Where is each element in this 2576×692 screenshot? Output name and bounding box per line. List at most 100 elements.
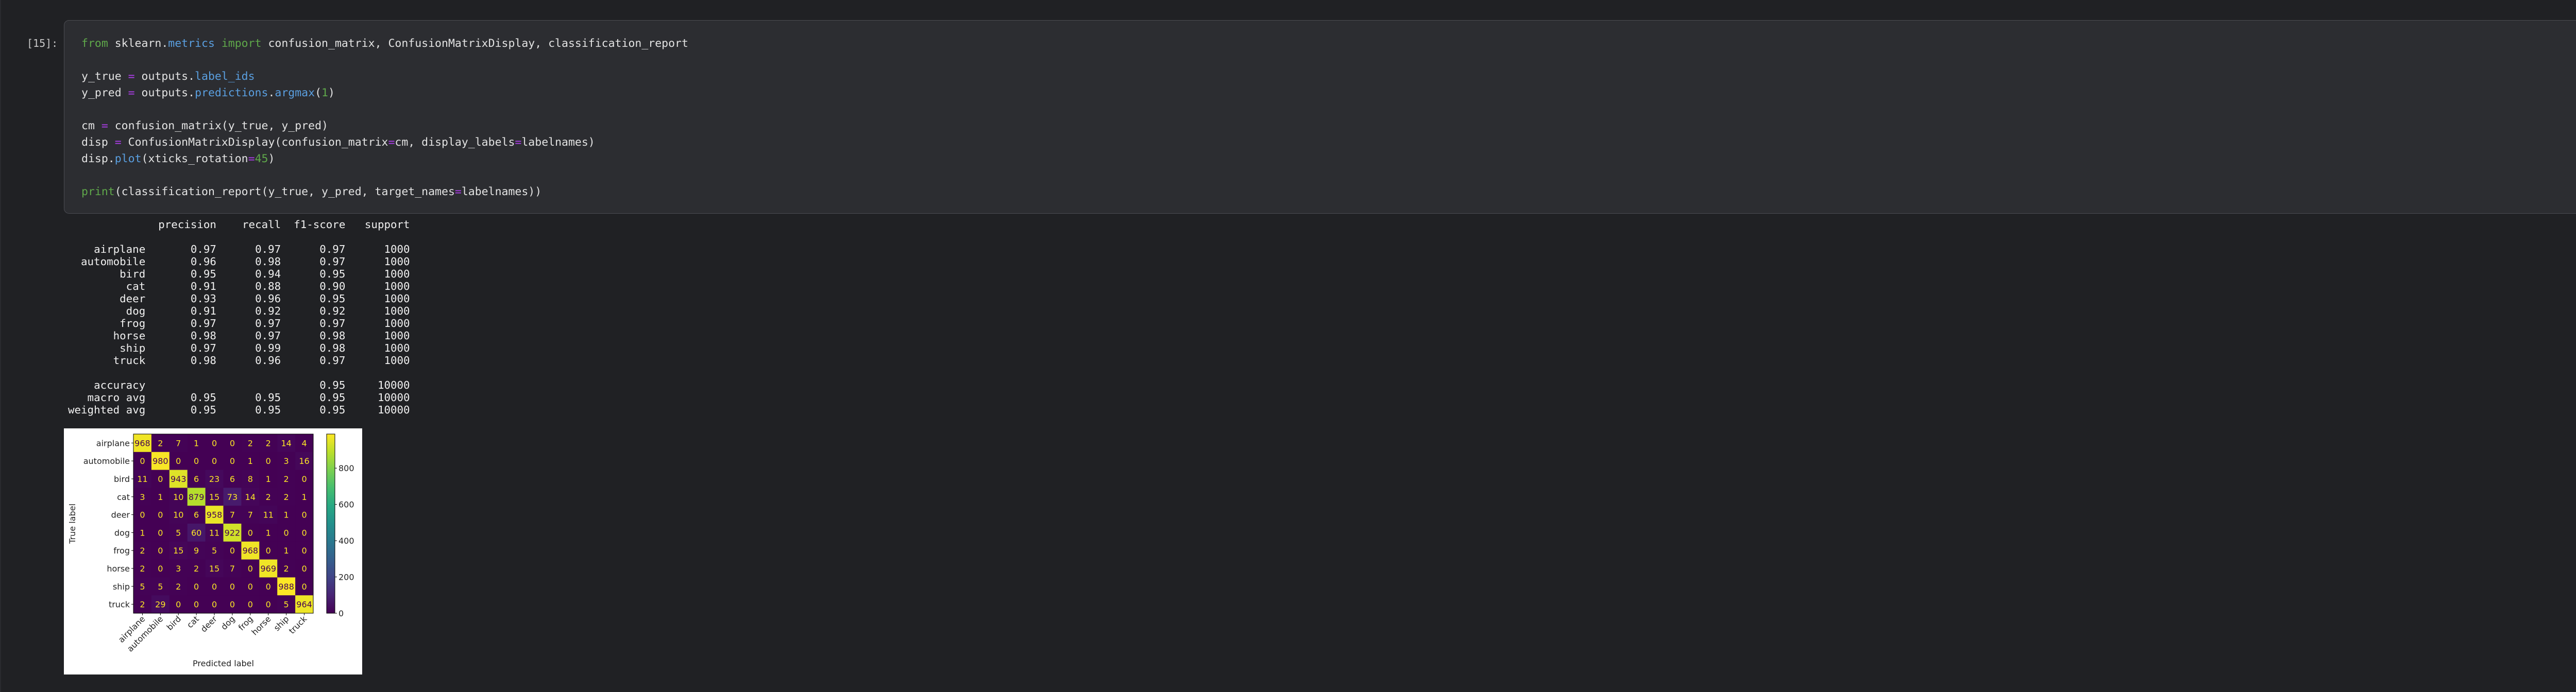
- matrix-cell-value: 16: [299, 456, 309, 466]
- matrix-cell-value: 0: [194, 582, 199, 592]
- code-line: y_true = outputs.label_ids: [81, 68, 688, 85]
- code-token: outputs.: [134, 70, 195, 83]
- matrix-cell-value: 0: [301, 564, 307, 574]
- matrix-cell-value: 0: [158, 564, 163, 574]
- matrix-cell-value: 1: [284, 546, 289, 556]
- matrix-cell-value: 980: [152, 456, 168, 466]
- report-cell: 0.97: [319, 354, 346, 367]
- y-tick-label: ship: [113, 582, 130, 592]
- y-tick-label: truck: [109, 600, 130, 610]
- matrix-cell-value: 0: [266, 600, 271, 610]
- code-line: print(classification_report(y_true, y_pr…: [81, 184, 688, 200]
- matrix-cell-value: 0: [212, 456, 217, 466]
- report-cell: automobile: [81, 255, 146, 268]
- matrix-cell-value: 969: [260, 564, 276, 574]
- matrix-cell-value: 0: [212, 600, 217, 610]
- matrix-cell-value: 0: [230, 600, 235, 610]
- report-cell: 1000: [384, 243, 410, 255]
- report-cell: 0.97: [319, 317, 346, 330]
- matrix-cell-value: 2: [194, 564, 199, 574]
- matrix-cell-value: 0: [176, 456, 181, 466]
- report-cell: 0.95: [319, 404, 346, 416]
- code-cell[interactable]: from sklearn.metrics import confusion_ma…: [64, 20, 2576, 214]
- code-token: outputs.: [134, 86, 195, 99]
- report-cell: 0.96: [190, 255, 216, 268]
- report-cell: 1000: [384, 268, 410, 280]
- matrix-cell-value: 0: [158, 528, 163, 538]
- report-cell: 1000: [384, 354, 410, 367]
- x-axis-label: Predicted label: [193, 659, 254, 668]
- matrix-cell-value: 968: [134, 438, 150, 448]
- matrix-cell-value: 0: [248, 582, 253, 592]
- y-tick-label: dog: [114, 528, 130, 538]
- matrix-cell-value: 5: [140, 582, 145, 592]
- matrix-cell-value: 6: [194, 510, 199, 520]
- matrix-cell-value: 2: [248, 438, 253, 448]
- matrix-cell-value: 0: [176, 600, 181, 610]
- matrix-cell-value: 5: [158, 582, 163, 592]
- code-token: from: [81, 37, 108, 50]
- report-cell: ship: [120, 342, 146, 354]
- matrix-cell-value: 7: [248, 510, 253, 520]
- code-token: cm, display_labels: [395, 136, 515, 149]
- matrix-cell-value: 15: [209, 564, 219, 574]
- y-tick-label: airplane: [96, 438, 130, 448]
- report-cell: 1000: [384, 280, 410, 292]
- report-row: truck 0.98 0.96 0.97 1000: [68, 354, 410, 367]
- report-cell: 0.95: [190, 404, 216, 416]
- report-cell: 1000: [384, 342, 410, 354]
- matrix-cell-value: 1: [266, 528, 271, 538]
- report-cell: f1-score: [294, 218, 346, 231]
- code-token: =: [128, 86, 135, 99]
- report-header: precision recall f1-score support: [68, 218, 410, 231]
- report-cell: support: [364, 218, 410, 231]
- report-cell: 0.98: [319, 330, 346, 342]
- matrix-cell-value: 0: [158, 474, 163, 484]
- report-cell: 0.97: [190, 243, 216, 255]
- report-cell: 0.97: [255, 330, 281, 342]
- code-token: y_pred: [81, 86, 128, 99]
- matrix-cell-value: 0: [158, 510, 163, 520]
- matrix-cell-value: 73: [227, 492, 238, 502]
- report-cell: 0.88: [255, 280, 281, 292]
- colorbar-tick-label: 0: [338, 609, 344, 618]
- matrix-cell-value: 2: [284, 564, 289, 574]
- matrix-cell-value: 2: [140, 546, 145, 556]
- code-token: 45: [255, 152, 268, 165]
- report-cell: horse: [113, 330, 146, 342]
- code-token: =: [128, 70, 135, 83]
- notebook-left-rail: [0, 0, 1, 692]
- report-cell: 0.98: [190, 354, 216, 367]
- report-summary-row: weighted avg 0.95 0.95 0.95 10000: [68, 404, 410, 416]
- report-row: dog 0.91 0.92 0.92 1000: [68, 305, 410, 317]
- colorbar-tick-label: 800: [338, 463, 354, 473]
- report-cell: precision: [158, 218, 216, 231]
- y-tick-label: horse: [107, 564, 130, 574]
- matrix-cell-value: 0: [194, 600, 199, 610]
- matrix-cell-value: 2: [158, 438, 163, 448]
- matrix-cell-value: 0: [140, 456, 145, 466]
- matrix-cell-value: 5: [212, 546, 217, 556]
- matrix-cell-value: 922: [225, 528, 241, 538]
- report-cell: 0.95: [190, 391, 216, 404]
- code-token: label_ids: [195, 70, 255, 83]
- report-cell: recall: [242, 218, 281, 231]
- code-editor[interactable]: from sklearn.metrics import confusion_ma…: [81, 36, 688, 200]
- matrix-cell-value: 1: [284, 510, 289, 520]
- code-line: from sklearn.metrics import confusion_ma…: [81, 36, 688, 52]
- y-tick-label: bird: [114, 474, 130, 484]
- report-cell: 10000: [377, 404, 410, 416]
- code-token: plot: [114, 152, 142, 165]
- report-cell: frog: [120, 317, 146, 330]
- report-cell: 0.98: [255, 255, 281, 268]
- code-token: sklearn.: [108, 37, 168, 50]
- report-cell: cat: [126, 280, 146, 292]
- report-cell: 1000: [384, 330, 410, 342]
- matrix-cell-value: 2: [284, 492, 289, 502]
- matrix-cell-value: 0: [230, 438, 235, 448]
- report-cell: 0.96: [255, 354, 281, 367]
- classification-report-output: precision recall f1-score support airplane 0.…: [68, 218, 410, 416]
- matrix-cell-value: 6: [230, 474, 235, 484]
- matrix-cell-value: 11: [263, 510, 274, 520]
